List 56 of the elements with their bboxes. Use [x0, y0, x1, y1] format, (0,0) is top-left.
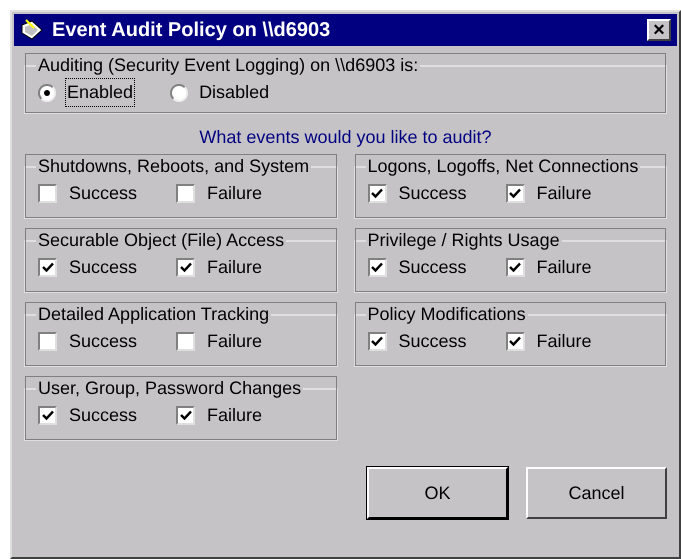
checkbox[interactable] [506, 332, 524, 351]
checkbox-label: Success [398, 256, 467, 279]
checkbox-label: Success [398, 330, 467, 353]
prompt-text: What events would you like to audit? [199, 126, 492, 149]
checkbox-label: Success [69, 182, 138, 205]
checkmark-icon [509, 262, 521, 273]
checkbox[interactable] [506, 258, 524, 277]
group-label: Detailed Application Tracking [37, 303, 270, 326]
checkbox[interactable] [176, 332, 195, 351]
group-label: Policy Modifications [366, 303, 527, 326]
checkbox[interactable] [506, 184, 524, 203]
close-button[interactable]: × [647, 19, 671, 41]
checkmark-icon [42, 262, 54, 273]
checkbox-label: Failure [207, 404, 262, 427]
radio-button[interactable] [170, 84, 188, 102]
checkbox[interactable] [176, 406, 195, 425]
radio-button[interactable] [38, 84, 56, 102]
checkbox-label: Success [69, 330, 138, 353]
checkbox[interactable] [38, 258, 57, 277]
window-title: Event Audit Policy on \\d6903 [52, 18, 332, 43]
app-icon [20, 19, 44, 41]
ok-button[interactable]: OK [367, 467, 508, 519]
checkmark-icon [180, 410, 192, 421]
checkmark-icon [180, 262, 192, 273]
checkmark-icon [371, 336, 383, 347]
checkbox[interactable] [38, 406, 57, 425]
checkbox-label: Failure [536, 256, 592, 279]
checkbox-label: Success [69, 256, 138, 279]
radio-label: Disabled [198, 81, 270, 104]
checkbox[interactable] [38, 184, 57, 203]
group-label: User, Group, Password Changes [37, 377, 302, 400]
checkbox[interactable] [176, 258, 195, 277]
checkbox[interactable] [368, 184, 386, 203]
checkbox[interactable] [368, 332, 386, 351]
checkbox-label: Success [398, 182, 467, 205]
group-label: Securable Object (File) Access [37, 229, 286, 252]
checkbox[interactable] [176, 184, 195, 203]
checkmark-icon [371, 262, 383, 273]
checkbox-label: Failure [207, 182, 262, 205]
checkbox[interactable] [368, 258, 386, 277]
checkmark-icon [42, 410, 54, 421]
checkbox[interactable] [38, 332, 57, 351]
group-label: Shutdowns, Reboots, and System [37, 155, 310, 178]
group-label: Auditing (Security Event Logging) on \\d6903 is: [37, 54, 420, 77]
radio-label: Enabled [66, 79, 134, 106]
cancel-button[interactable]: Cancel [526, 467, 667, 519]
checkbox-label: Failure [536, 330, 592, 353]
checkmark-icon [371, 188, 383, 199]
checkbox-label: Failure [207, 256, 262, 279]
group-label: Logons, Logoffs, Net Connections [366, 155, 640, 178]
group-label: Privilege / Rights Usage [366, 229, 561, 252]
checkmark-icon [509, 336, 521, 347]
checkbox-label: Success [69, 404, 138, 427]
checkbox-label: Failure [536, 182, 592, 205]
checkmark-icon [509, 188, 521, 199]
checkbox-label: Failure [207, 330, 262, 353]
